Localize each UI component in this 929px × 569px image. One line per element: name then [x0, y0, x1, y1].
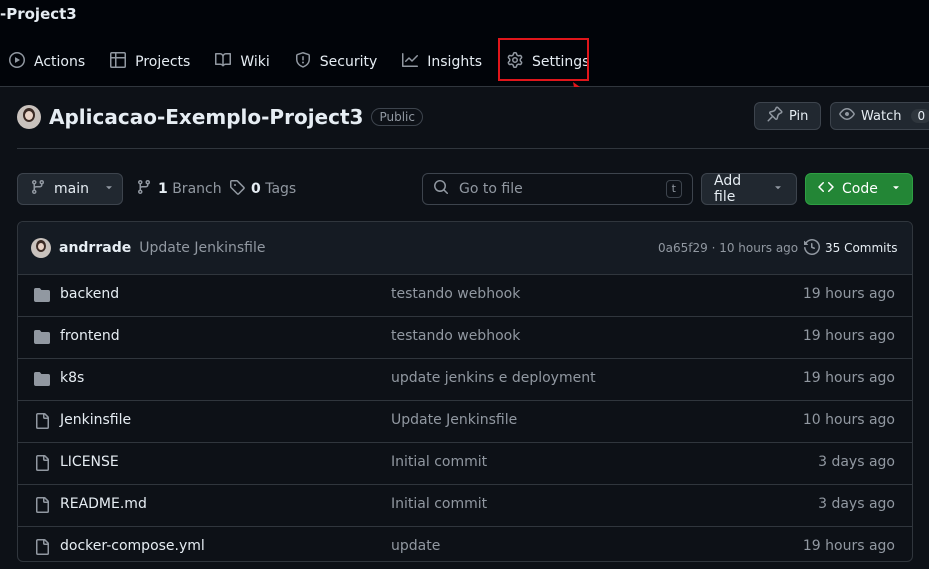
branch-icon [136, 179, 152, 199]
pin-button[interactable]: Pin [754, 102, 822, 130]
file-icon [36, 413, 49, 429]
code-icon [818, 179, 834, 199]
tab-security-label: Security [319, 54, 378, 70]
tab-insights-label: Insights [427, 54, 482, 70]
top-bar: -Project3 Actions Projects Wiki Security [0, 0, 929, 87]
file-name[interactable]: README.md [60, 496, 147, 512]
file-commit-time: 19 hours ago [802, 538, 895, 554]
file-commit-message[interactable]: update [391, 538, 440, 554]
settings-highlight-box [498, 38, 589, 81]
branch-count-label: Branch [172, 181, 222, 197]
commit-author-avatar[interactable] [31, 238, 51, 258]
file-name[interactable]: frontend [60, 328, 120, 344]
tab-wiki[interactable]: Wiki [207, 46, 277, 78]
tag-count: 0 [251, 181, 261, 197]
file-name[interactable]: LICENSE [60, 454, 119, 470]
watch-button[interactable]: Watch 0 [830, 102, 929, 130]
tab-projects[interactable]: Projects [102, 46, 198, 78]
file-commit-message[interactable]: Update Jenkinsfile [391, 412, 517, 428]
repo-main: Aplicacao-Exemplo-Project3 Public Pin Wa… [0, 87, 929, 569]
file-row[interactable]: README.md Initial commit 3 days ago [18, 485, 912, 527]
search-shortcut-key: t [665, 180, 682, 198]
caret-down-icon [103, 179, 115, 199]
history-icon [804, 238, 821, 258]
owner-avatar[interactable] [17, 105, 41, 129]
book-icon [215, 52, 232, 72]
folder-icon [34, 330, 50, 344]
commit-author[interactable]: andrrade [59, 240, 131, 256]
file-row[interactable]: frontend testando webhook 19 hours ago [18, 317, 912, 359]
visibility-badge: Public [371, 108, 423, 126]
code-label: Code [842, 181, 878, 197]
tags-link[interactable]: 0 Tags [229, 173, 296, 205]
tag-icon [229, 179, 245, 199]
shield-icon [295, 52, 311, 72]
search-icon [433, 179, 449, 199]
file-name[interactable]: k8s [60, 370, 84, 386]
branch-select-button[interactable]: main [17, 173, 123, 205]
file-icon [36, 539, 49, 555]
caret-down-icon [772, 179, 784, 199]
file-commit-time: 19 hours ago [802, 370, 895, 386]
tab-actions-label: Actions [34, 54, 86, 70]
file-commit-message[interactable]: testando webhook [391, 328, 520, 344]
file-commit-message[interactable]: update jenkins e deployment [391, 370, 596, 386]
file-row[interactable]: LICENSE Initial commit 3 days ago [18, 443, 912, 485]
file-icon [36, 455, 49, 471]
file-list: andrrade Update Jenkinsfile 0a65f29 · 10… [17, 221, 913, 562]
branch-name: main [54, 181, 89, 197]
branch-count: 1 [158, 181, 168, 197]
file-commit-time: 3 days ago [818, 454, 895, 470]
header-divider [17, 148, 929, 149]
commit-message[interactable]: Update Jenkinsfile [139, 240, 265, 256]
commits-count-label: 35 Commits [825, 241, 898, 255]
play-icon [9, 52, 25, 72]
repo-breadcrumb[interactable]: -Project3 [0, 5, 77, 23]
folder-icon [34, 288, 50, 302]
file-toolbar: main 1 Branch 0 Tags t Add file [17, 173, 913, 205]
tab-projects-label: Projects [135, 54, 191, 70]
tab-actions[interactable]: Actions [0, 46, 93, 78]
branches-link[interactable]: 1 Branch [136, 173, 222, 205]
watch-count: 0 [911, 109, 929, 123]
folder-icon [34, 372, 50, 386]
tag-count-label: Tags [265, 181, 297, 197]
file-row[interactable]: k8s update jenkins e deployment 19 hours… [18, 359, 912, 401]
file-commit-message[interactable]: Initial commit [391, 496, 487, 512]
file-icon [36, 497, 49, 513]
repo-header: Aplicacao-Exemplo-Project3 Public [17, 103, 423, 131]
latest-commit-row: andrrade Update Jenkinsfile 0a65f29 · 10… [18, 222, 912, 275]
tab-security[interactable]: Security [287, 46, 386, 78]
tab-wiki-label: Wiki [240, 54, 270, 70]
file-commit-time: 19 hours ago [802, 328, 895, 344]
table-icon [110, 52, 127, 72]
file-commit-time: 10 hours ago [802, 412, 895, 428]
file-row[interactable]: docker-compose.yml update 19 hours ago [18, 527, 912, 561]
pin-icon [767, 106, 783, 126]
file-name[interactable]: docker-compose.yml [60, 538, 205, 554]
file-name[interactable]: Jenkinsfile [60, 412, 131, 428]
add-file-label: Add file [714, 173, 742, 205]
go-to-file-search[interactable]: t [422, 173, 693, 205]
repo-title[interactable]: Aplicacao-Exemplo-Project3 [49, 105, 363, 129]
branch-icon [30, 179, 46, 199]
file-row[interactable]: backend testando webhook 19 hours ago [18, 275, 912, 317]
graph-icon [402, 52, 419, 72]
file-commit-message[interactable]: Initial commit [391, 454, 487, 470]
file-row[interactable]: Jenkinsfile Update Jenkinsfile 10 hours … [18, 401, 912, 443]
caret-down-icon [890, 179, 902, 199]
file-commit-time: 3 days ago [818, 496, 895, 512]
code-button[interactable]: Code [805, 173, 913, 205]
go-to-file-input[interactable] [457, 180, 658, 198]
watch-label: Watch [861, 108, 902, 124]
eye-icon [839, 106, 855, 126]
commit-hash-time[interactable]: 0a65f29 · 10 hours ago [658, 241, 798, 255]
file-commit-message[interactable]: testando webhook [391, 286, 520, 302]
file-commit-time: 19 hours ago [802, 286, 895, 302]
file-name[interactable]: backend [60, 286, 119, 302]
commits-history-link[interactable]: 35 Commits [804, 238, 898, 258]
tab-insights[interactable]: Insights [394, 46, 490, 78]
add-file-button[interactable]: Add file [701, 173, 797, 205]
pin-label: Pin [789, 108, 809, 124]
